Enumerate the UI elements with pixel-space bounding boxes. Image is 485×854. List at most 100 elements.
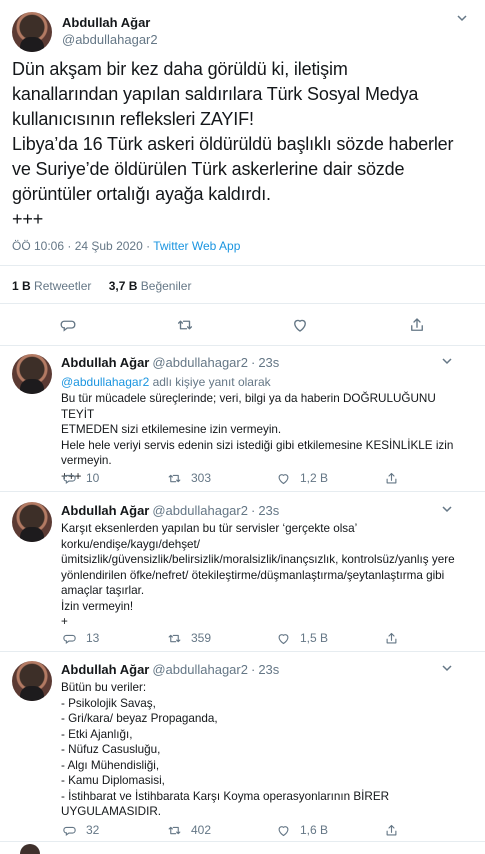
share-button[interactable] [384,820,399,840]
heart-icon[interactable] [288,314,312,336]
share-icon [386,824,397,835]
main-tweet-text: Dün akşam bir kez daha görüldü ki, ileti… [12,57,474,232]
share-button[interactable] [384,468,399,488]
author-handle[interactable]: @abdullahagar2 [152,503,248,518]
avatar[interactable] [12,12,52,52]
author-handle[interactable]: @abdullahagar2 [62,32,158,48]
replying-to: @abdullahagar2 adlı kişiye yanıt olarak [61,374,271,390]
reply-time[interactable]: 23s [258,355,279,370]
tweet-line: Libya’da 16 Türk askeri öldürüldü başlık… [12,134,454,154]
reply-line: - İstihbarat ve İstihbarata Karşı Koyma … [61,789,390,803]
retweet-button[interactable]: 359 [167,628,211,648]
reply-time[interactable]: 23s [258,503,279,518]
chevron-down-icon[interactable] [441,662,455,676]
retweet-icon [168,474,181,482]
reply-to-suffix: adlı kişiye yanıt olarak [149,375,271,389]
divider [0,345,485,346]
separator: · [250,503,256,518]
retweet-count[interactable]: 1 B [12,279,31,293]
like-button[interactable]: 1,6 B [276,820,328,840]
reply-line: Bu tür mücadele süreçlerinde; veri, bilg… [61,392,436,421]
main-actions [48,314,428,336]
reply-line: ETMEDEN sizi etkilemesine izin vermeyin. [61,423,282,436]
tweet-line: Dün akşam bir kez daha görüldü ki, ileti… [12,59,348,79]
reply-line: - Etki Ajanlığı, [61,727,133,741]
divider [0,651,485,652]
retweet-count: 359 [191,631,212,645]
divider [0,265,485,266]
like-button[interactable]: 1,2 B [276,468,328,488]
retweet-icon[interactable] [173,314,197,336]
avatar[interactable] [12,354,52,394]
share-icon[interactable] [405,314,429,336]
likes-label[interactable]: Beğeniler [141,279,192,293]
tweet-line: kullanıcısının refleksleri ZAYIF! [12,109,254,129]
avatar[interactable] [12,661,52,701]
reply-line: amaçlar taşırlar. [61,584,145,597]
heart-icon [278,473,289,484]
tweet-line: kanallarından yapılan saldırılara Türk S… [12,84,419,104]
reply-button[interactable]: 13 [62,628,99,648]
reply-to-handle[interactable]: @abdullahagar2 [61,375,149,389]
reply-line: Bütün bu veriler: [61,681,147,694]
reply-line: - Algı Mühendisliği, [61,758,160,772]
avatar[interactable] [20,844,40,854]
tweet-meta: ÖÖ 10:06 · 24 Şub 2020 · Twitter Web App [12,238,240,254]
reply-icon[interactable] [56,314,80,336]
reply-text: Bütün bu veriler: - Psikolojik Savaş, - … [61,680,461,820]
retweet-count: 303 [191,471,212,485]
reply-count: 10 [86,471,100,485]
share-icon [386,632,397,643]
retweet-icon [168,634,181,642]
reply-line: yönlendirilen öfke/nefret/ ötekileştirme… [61,568,445,582]
reply-icon [63,474,76,484]
reply-icon [63,826,76,836]
source-link[interactable]: Twitter Web App [153,239,240,253]
share-icon [386,472,397,483]
reply-line: - Psikolojik Savaş, [61,696,156,710]
retweets-label[interactable]: Retweetler [34,279,91,293]
heart-icon [278,633,289,644]
reply-header: Abdullah Ağar @abdullahagar2 · 23s [61,502,467,520]
reply-actions: 32 402 1,6 B [62,820,432,840]
reply-button[interactable]: 32 [62,820,99,840]
share-button[interactable] [384,628,399,648]
like-button[interactable]: 1,5 B [276,628,328,648]
author-name[interactable]: Abdullah Ağar [61,355,149,370]
reply-line: ümitsizlik/güvensizlik/belirsizlik/moral… [61,553,455,566]
avatar[interactable] [12,502,52,542]
retweet-button[interactable]: 402 [167,820,211,840]
like-count: 1,6 B [300,823,329,837]
author-handle[interactable]: @abdullahagar2 [152,355,248,370]
heart-icon [278,825,289,836]
likes-count[interactable]: 3,7 B [109,279,138,293]
reply-line: Hele hele veriyi servis edenin sizi iste… [61,438,454,452]
divider [0,303,485,304]
reply-line: UYGULAMASIDIR. [61,805,162,818]
reply-time[interactable]: 23s [258,662,279,677]
reply-line: vermeyin. [61,454,112,467]
author-name[interactable]: Abdullah Ağar [61,662,149,677]
reply-icon [63,634,76,644]
reply-actions: 13 359 1,5 B [62,628,432,648]
reply-actions: 10 303 1,2 B [62,468,432,488]
retweet-count: 402 [191,823,212,837]
retweet-icon [168,826,181,834]
retweet-button[interactable]: 303 [167,468,211,488]
timestamp[interactable]: ÖÖ 10:06 · 24 Şub 2020 · [12,239,153,253]
tweet-line: görüntüler ortalığı ayağa kaldırdı. [12,184,271,204]
reply-count: 13 [86,631,100,645]
chevron-down-icon[interactable] [441,503,455,517]
reply-line: - Kamu Diplomasisi, [61,774,165,787]
like-count: 1,2 B [300,471,329,485]
chevron-down-icon[interactable] [441,355,455,369]
reply-button[interactable]: 10 [62,468,99,488]
author-name[interactable]: Abdullah Ağar [61,503,149,518]
like-count: 1,5 B [300,631,329,645]
chevron-down-icon[interactable] [456,12,470,26]
reply-line: Karşıt eksenlerden yapılan bu tür servis… [61,522,358,535]
reply-line: - Nüfuz Casusluğu, [61,743,161,756]
divider [0,491,485,492]
author-name[interactable]: Abdullah Ağar [62,15,150,31]
author-handle[interactable]: @abdullahagar2 [152,662,248,677]
